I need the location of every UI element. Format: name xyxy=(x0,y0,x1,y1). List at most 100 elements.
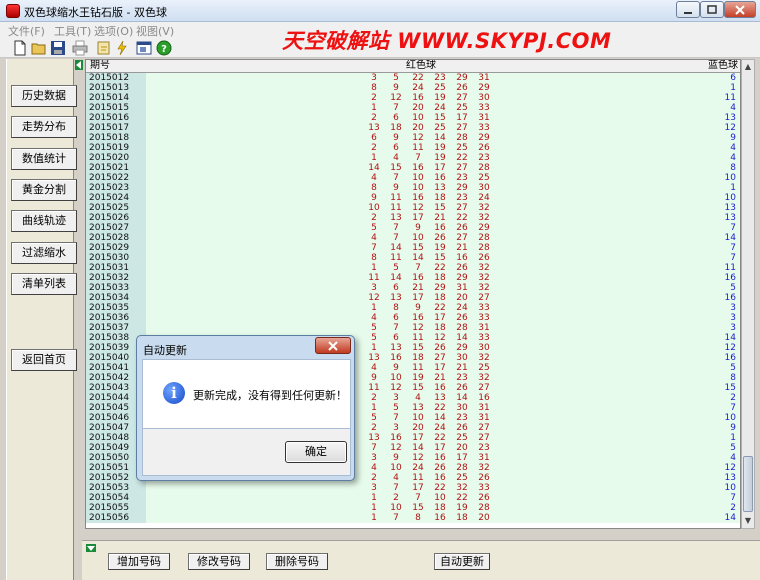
red-ball-number: 13 xyxy=(368,433,380,443)
menu-options[interactable]: 选项(O) xyxy=(94,23,133,39)
cell-period: 2015029 xyxy=(86,243,146,253)
menu-view[interactable]: 视图(V) xyxy=(136,23,174,39)
scroll-down-icon[interactable]: ▼ xyxy=(742,514,754,528)
key-icon[interactable] xyxy=(96,40,112,56)
table-row[interactable]: 2015035 1 8 9 22 24 33 3 xyxy=(86,303,740,313)
table-row[interactable]: 2015023 8 9 10 13 29 30 1 xyxy=(86,183,740,193)
add-number-button[interactable]: 增加号码 xyxy=(108,553,170,570)
cell-red-balls: 2 6 10 15 17 31 xyxy=(146,113,706,123)
cell-blue-ball: 9 xyxy=(706,423,740,433)
table-row[interactable]: 2015024 9 11 16 18 23 24 10 xyxy=(86,193,740,203)
collapse-arrow-icon[interactable] xyxy=(75,60,83,70)
red-ball-number: 10 xyxy=(390,463,402,473)
table-row[interactable]: 2015012 3 5 22 23 29 31 6 xyxy=(86,73,740,83)
table-row[interactable]: 2015033 3 6 21 29 31 32 5 xyxy=(86,283,740,293)
cell-blue-ball: 10 xyxy=(706,193,740,203)
vertical-scrollbar[interactable]: ▲ ▼ xyxy=(741,59,755,529)
table-row[interactable]: 2015031 1 5 7 22 26 32 11 xyxy=(86,263,740,273)
table-row[interactable]: 2015019 2 6 11 19 25 26 4 xyxy=(86,143,740,153)
delete-number-button[interactable]: 删除号码 xyxy=(266,553,328,570)
red-ball-number: 32 xyxy=(478,283,490,293)
cell-period: 2015053 xyxy=(86,483,146,493)
sidebar-item-stats[interactable]: 数值统计 xyxy=(11,148,77,170)
cell-period: 2015026 xyxy=(86,213,146,223)
red-ball-number: 1 xyxy=(371,263,377,273)
table-row[interactable]: 2015030 8 11 14 15 16 26 7 xyxy=(86,253,740,263)
cell-period: 2015016 xyxy=(86,113,146,123)
sidebar-item-history[interactable]: 历史数据 xyxy=(11,85,77,107)
red-ball-number: 17 xyxy=(412,483,424,493)
table-row[interactable]: 2015037 5 7 12 18 28 31 3 xyxy=(86,323,740,333)
cell-red-balls: 4 7 10 16 23 25 xyxy=(146,173,706,183)
red-ball-number: 1 xyxy=(371,503,377,513)
new-file-icon[interactable] xyxy=(12,40,28,56)
table-row[interactable]: 2015018 6 9 12 14 28 29 9 xyxy=(86,133,740,143)
table-row[interactable]: 2015014 2 12 16 19 27 30 11 xyxy=(86,93,740,103)
table-row[interactable]: 2015056 1 7 8 16 18 20 14 xyxy=(86,513,740,523)
sidebar-item-trend[interactable]: 走势分布 xyxy=(11,116,77,138)
red-ball-number: 11 xyxy=(412,143,424,153)
red-ball-number: 17 xyxy=(412,293,424,303)
table-row[interactable]: 2015036 4 6 16 17 26 33 3 xyxy=(86,313,740,323)
table-row[interactable]: 2015054 1 2 7 10 22 26 7 xyxy=(86,493,740,503)
red-ball-number: 16 xyxy=(434,173,446,183)
expand-arrow-icon[interactable] xyxy=(86,544,96,552)
table-row[interactable]: 2015055 1 10 15 18 19 28 2 xyxy=(86,503,740,513)
auto-update-button[interactable]: 自动更新 xyxy=(434,553,490,570)
red-ball-number: 26 xyxy=(434,233,446,243)
red-ball-number: 16 xyxy=(456,253,468,263)
menu-file[interactable]: 文件(F) xyxy=(8,23,45,39)
sidebar-item-curve[interactable]: 曲线轨迹 xyxy=(11,210,77,232)
table-row[interactable]: 2015015 1 7 20 24 25 33 4 xyxy=(86,103,740,113)
menu-tools[interactable]: 工具(T) xyxy=(54,23,91,39)
help-icon[interactable]: ? xyxy=(156,40,172,56)
table-row[interactable]: 2015053 3 7 17 22 32 33 10 xyxy=(86,483,740,493)
sidebar-item-golden[interactable]: 黄金分割 xyxy=(11,179,77,201)
table-row[interactable]: 2015034 12 13 17 18 20 27 16 xyxy=(86,293,740,303)
minimize-button[interactable] xyxy=(676,1,700,18)
table-row[interactable]: 2015016 2 6 10 15 17 31 13 xyxy=(86,113,740,123)
sidebar-item-list[interactable]: 清单列表 xyxy=(11,273,77,295)
table-row[interactable]: 2015022 4 7 10 16 23 25 10 xyxy=(86,173,740,183)
cell-period: 2015021 xyxy=(86,163,146,173)
table-row[interactable]: 2015026 2 13 17 21 22 32 13 xyxy=(86,213,740,223)
ok-button[interactable]: 确定 xyxy=(285,441,347,463)
scroll-up-icon[interactable]: ▲ xyxy=(742,60,754,74)
scroll-thumb[interactable] xyxy=(743,456,753,512)
maximize-button[interactable] xyxy=(700,1,724,18)
red-ball-number: 13 xyxy=(368,123,380,133)
cell-red-balls: 4 6 16 17 26 33 xyxy=(146,313,706,323)
close-button[interactable] xyxy=(724,1,756,18)
table-row[interactable]: 2015013 8 9 24 25 26 29 1 xyxy=(86,83,740,93)
table-row[interactable]: 2015027 5 7 9 16 26 29 7 xyxy=(86,223,740,233)
cell-period: 2015023 xyxy=(86,183,146,193)
print-icon[interactable] xyxy=(72,40,88,56)
red-ball-number: 33 xyxy=(478,123,490,133)
red-ball-number: 7 xyxy=(415,493,421,503)
red-ball-number: 13 xyxy=(368,353,380,363)
table-row[interactable]: 2015020 1 4 7 19 22 23 4 xyxy=(86,153,740,163)
sidebar-item-home[interactable]: 返回首页 xyxy=(11,349,77,371)
table-row[interactable]: 2015032 11 14 16 18 29 32 16 xyxy=(86,273,740,283)
window-icon[interactable] xyxy=(136,40,152,56)
red-ball-number: 1 xyxy=(371,103,377,113)
table-row[interactable]: 2015021 14 15 16 17 27 28 8 xyxy=(86,163,740,173)
cell-red-balls: 8 9 24 25 26 29 xyxy=(146,83,706,93)
dialog-close-button[interactable] xyxy=(315,337,351,354)
table-row[interactable]: 2015029 7 14 15 19 21 28 7 xyxy=(86,243,740,253)
table-row[interactable]: 2015017 13 18 20 25 27 33 12 xyxy=(86,123,740,133)
red-ball-number: 24 xyxy=(456,303,468,313)
red-ball-number: 20 xyxy=(456,293,468,303)
edit-number-button[interactable]: 修改号码 xyxy=(188,553,250,570)
table-row[interactable]: 2015028 4 7 10 26 27 28 14 xyxy=(86,233,740,243)
lightning-icon[interactable] xyxy=(114,40,130,56)
red-ball-number: 9 xyxy=(393,83,399,93)
save-icon[interactable] xyxy=(50,40,66,56)
red-ball-number: 16 xyxy=(412,163,424,173)
red-ball-number: 20 xyxy=(412,123,424,133)
table-row[interactable]: 2015025 10 11 12 15 27 32 13 xyxy=(86,203,740,213)
open-folder-icon[interactable] xyxy=(31,40,47,56)
sidebar-item-filter[interactable]: 过滤缩水 xyxy=(11,242,77,264)
red-ball-number: 16 xyxy=(412,273,424,283)
red-ball-number: 27 xyxy=(456,233,468,243)
